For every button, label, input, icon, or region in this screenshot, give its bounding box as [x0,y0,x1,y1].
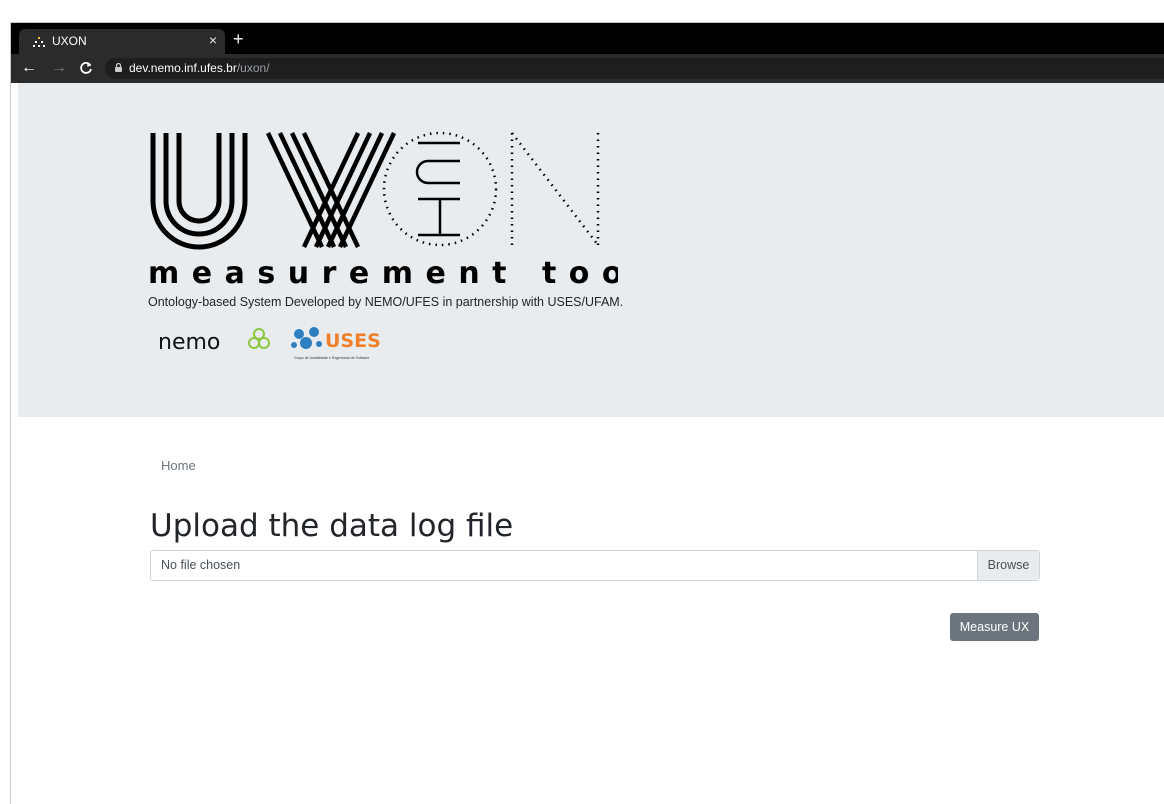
browse-button[interactable]: Browse [977,551,1039,580]
lock-icon [115,63,122,72]
new-tab-button[interactable]: + [233,29,244,49]
tab-bar: UXON × + [11,23,1164,54]
web-page: measurement tool Ontology-based System D… [11,83,1164,804]
partner-logos: nemo USES Grupo de Usabilidade e Engenha… [158,327,381,360]
file-upload-input[interactable]: No file chosen Browse [150,550,1040,581]
hero-banner: measurement tool Ontology-based System D… [18,83,1164,417]
tab-title: UXON [52,34,87,48]
measure-ux-button[interactable]: Measure UX [950,613,1039,641]
forward-arrow-icon[interactable]: → [51,59,67,77]
breadcrumb[interactable]: Home [161,458,196,473]
back-arrow-icon[interactable]: ← [21,59,37,77]
browser-tab[interactable]: UXON × [19,29,225,54]
tagline: Ontology-based System Developed by NEMO/… [148,295,624,309]
url-path: /uxon/ [236,61,270,75]
uses-gear-icon [291,327,322,349]
browser-toolbar: ← → dev.nemo.inf.ufes.br/uxon/ [11,54,1164,83]
uxon-logo: measurement tool [148,131,618,289]
reload-icon[interactable] [79,61,93,75]
nemo-rings-icon [248,328,270,349]
uses-caption: Grupo de Usabilidade e Engenharia de Sof… [294,356,369,360]
tab-close-icon[interactable]: × [209,32,217,48]
logo-subtitle: measurement tool [148,256,618,289]
browser-window: UXON × + ← → dev.nemo.inf.ufes.br/uxon/ [10,22,1164,804]
url-domain: dev.nemo.inf.ufes.br [129,61,237,75]
site-favicon-icon [33,37,45,47]
uses-logo-text: USES [325,330,381,352]
address-bar[interactable]: dev.nemo.inf.ufes.br/uxon/ [105,58,1164,79]
file-status-text: No file chosen [161,558,241,572]
page-title: Upload the data log file [150,508,514,544]
url-text: dev.nemo.inf.ufes.br/uxon/ [129,61,270,75]
nemo-logo-text: nemo [158,330,220,355]
